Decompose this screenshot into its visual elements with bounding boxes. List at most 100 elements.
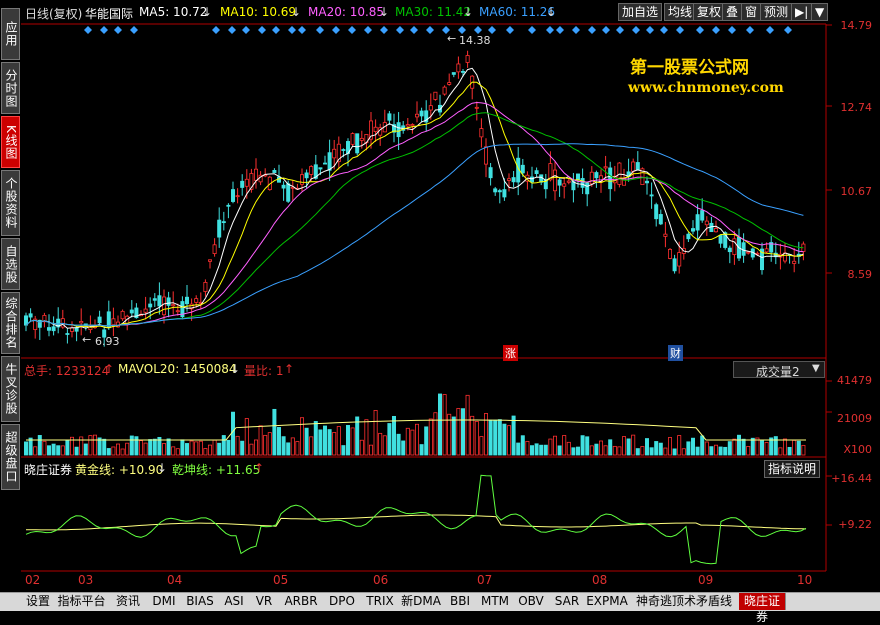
volume-bar	[599, 440, 604, 456]
tab-7[interactable]: VR	[249, 593, 280, 610]
candle-body	[488, 167, 493, 179]
tab-15[interactable]: SAR	[549, 593, 586, 610]
candle-body	[318, 167, 323, 170]
price-axis-label: 14.79	[840, 19, 873, 32]
tab-10[interactable]: TRIX	[361, 593, 400, 610]
volume-bar	[350, 427, 355, 456]
candle-body	[608, 167, 613, 190]
volume-bar	[281, 436, 286, 456]
volume-bar	[787, 446, 792, 456]
tab-6[interactable]: ASI	[219, 593, 250, 610]
date-label: 10	[797, 573, 813, 587]
candle-body	[129, 309, 134, 314]
volume-bar	[631, 434, 636, 456]
volume-bar	[240, 440, 245, 456]
volume-bar	[474, 421, 479, 456]
candle-body	[465, 55, 470, 63]
candle-body	[419, 110, 424, 117]
volume-bar	[152, 438, 157, 456]
volume-bar	[506, 425, 511, 456]
volume-bar	[530, 445, 535, 456]
gold-line	[25, 514, 807, 531]
tab-2[interactable]: 指标平台	[54, 593, 110, 610]
volume-bar	[437, 393, 442, 456]
tab-9[interactable]: DPO	[323, 593, 362, 610]
candle-body	[483, 146, 488, 165]
signal-diamond	[258, 26, 266, 34]
tab-3[interactable]: 资讯	[109, 593, 148, 610]
gold-line-arrow: ↓	[157, 461, 168, 475]
candle-body	[240, 180, 245, 188]
candle-body	[332, 148, 337, 159]
price-axis-label: 10.67	[840, 185, 873, 198]
volume-bar	[750, 437, 755, 456]
volume-bar	[654, 441, 659, 456]
volume-bar	[516, 442, 521, 456]
candle-body	[447, 82, 452, 85]
limit-up-marker[interactable]: 涨	[503, 345, 518, 361]
volume-bar	[410, 429, 415, 456]
candle-body	[677, 252, 682, 267]
volume-bar	[341, 445, 346, 456]
candle-body	[530, 176, 535, 183]
tab-14[interactable]: OBV	[513, 593, 550, 610]
candle-body	[695, 214, 700, 231]
tab-17[interactable]: 神奇逃顶术矛盾线	[629, 593, 740, 610]
candle-body	[631, 161, 636, 172]
chevron-down-icon[interactable]: ▼	[812, 363, 820, 374]
volume-bar	[746, 446, 751, 456]
volume-bar	[359, 439, 364, 456]
tab-8[interactable]: ARBR	[279, 593, 324, 610]
signal-diamond	[316, 26, 324, 34]
tab-18[interactable]: 晓庄证券	[739, 593, 786, 624]
volume-bar	[428, 418, 433, 456]
volume-bar	[373, 410, 378, 456]
volume-indicator-value: 成交量2	[756, 365, 800, 379]
candle-body	[649, 194, 654, 197]
volume-bar	[635, 448, 640, 456]
volume-bar	[47, 445, 52, 456]
volume-bar	[497, 419, 502, 456]
volume-bar	[345, 425, 350, 456]
volume-bar	[60, 445, 65, 456]
candle-body	[194, 298, 199, 303]
watermark-title: 第一股票公式网	[630, 58, 749, 78]
volume-indicator-select[interactable]: 成交量2 ▼	[733, 361, 825, 379]
tab-4[interactable]: DMI	[147, 593, 182, 610]
signal-diamond	[528, 26, 536, 34]
tab-12[interactable]: BBI	[443, 593, 478, 610]
volume-bar	[520, 435, 525, 456]
volume-bar	[134, 436, 139, 456]
indicator-help-button[interactable]: 指标说明	[764, 460, 821, 478]
signal-diamond	[572, 26, 580, 34]
candle-body	[184, 296, 189, 305]
signal-diamond	[410, 26, 418, 34]
volume-ratio: 量比: 1	[244, 364, 284, 378]
volume-bar	[534, 443, 539, 456]
volume-bar	[796, 440, 801, 456]
tab-5[interactable]: BIAS	[181, 593, 220, 610]
signal-diamond	[474, 26, 482, 34]
candle-body	[341, 149, 346, 151]
volume-bar	[253, 439, 258, 456]
candle-body	[474, 106, 479, 109]
tab-13[interactable]: MTM	[477, 593, 514, 610]
signal-diamond	[728, 26, 736, 34]
volume-bar	[309, 436, 314, 456]
price-axis-label: 8.59	[847, 268, 873, 281]
volume-bar	[502, 423, 507, 456]
volume-bar	[295, 441, 300, 456]
volume-unit-label: X100	[843, 443, 872, 456]
tab-1[interactable]: 设置	[22, 593, 55, 610]
volume-bar	[88, 435, 93, 456]
volume-bar	[419, 444, 424, 456]
signal-diamond	[588, 26, 596, 34]
candle-body	[691, 228, 696, 232]
signal-diamond	[298, 26, 306, 34]
tab-16[interactable]: EXPMA	[585, 593, 630, 610]
date-label: 08	[592, 573, 608, 587]
tab-11[interactable]: 新DMA	[399, 593, 444, 610]
volume-bar	[727, 441, 732, 456]
volume-bar	[65, 439, 70, 456]
finance-marker[interactable]: 财	[668, 345, 683, 361]
